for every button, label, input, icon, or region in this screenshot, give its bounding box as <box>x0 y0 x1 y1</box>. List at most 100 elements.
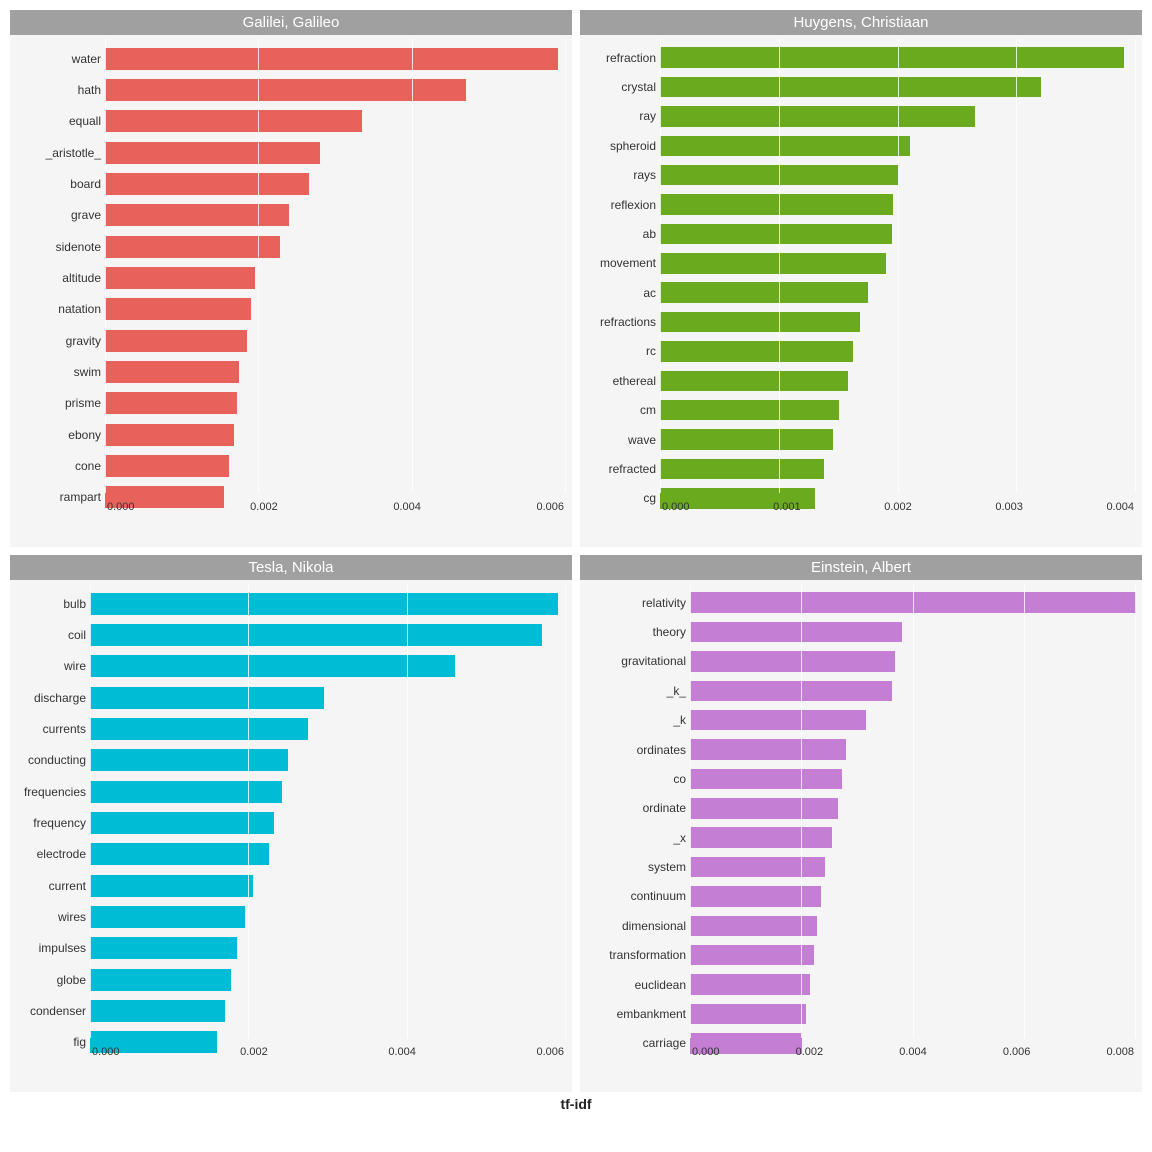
chart-panel-huygens: Huygens, Christiaanrefractioncrystalrays… <box>580 10 1142 547</box>
y-label: conducting <box>16 754 86 766</box>
y-label: cm <box>586 404 656 416</box>
grid-line <box>90 584 91 1038</box>
x-axis-ticks-tesla: 0.0000.0020.0040.006 <box>90 1046 566 1058</box>
x-tick: 0.008 <box>1106 1046 1134 1058</box>
y-label: _x <box>586 832 686 844</box>
chart-panel-galileo: Galilei, Galileo water hath equall _aristotl… <box>10 10 572 547</box>
x-tick: 0.004 <box>388 1046 416 1058</box>
chart-title-einstein: Einstein, Albert <box>580 555 1142 580</box>
grid-line <box>1135 584 1136 1038</box>
x-tick: 0.002 <box>250 501 278 513</box>
y-label: crystal <box>586 81 656 93</box>
y-label: embankment <box>586 1008 686 1020</box>
y-label: hath <box>16 84 101 96</box>
y-label: carriage <box>586 1037 686 1049</box>
x-tick: 0.006 <box>536 501 564 513</box>
x-tick: 0.006 <box>536 1046 564 1058</box>
y-label: current <box>16 880 86 892</box>
y-label: currents <box>16 723 86 735</box>
y-label: sidenote <box>16 241 101 253</box>
x-tick: 0.003 <box>995 501 1023 513</box>
y-label: condenser <box>16 1005 86 1017</box>
grid-line <box>660 39 661 493</box>
y-labels-tesla: bulbcoilwiredischargecurrentsconductingf… <box>10 584 90 1062</box>
x-tick: 0.001 <box>773 501 801 513</box>
y-label: wire <box>16 660 86 672</box>
chart-title-huygens: Huygens, Christiaan <box>580 10 1142 35</box>
y-label: ebony <box>16 429 101 441</box>
y-labels-galileo: water hath equall _aristotle_board grave side… <box>10 39 105 517</box>
grid-line <box>779 39 780 493</box>
charts-grid: Galilei, Galileo water hath equall _aristotl… <box>10 10 1142 1092</box>
y-label: bulb <box>16 598 86 610</box>
y-label: ray <box>586 110 656 122</box>
grid-line <box>801 584 802 1038</box>
y-label: grave <box>16 209 101 221</box>
grid-line <box>407 584 408 1038</box>
y-label: movement <box>586 257 656 269</box>
y-label: fig <box>16 1036 86 1048</box>
y-label: coil <box>16 629 86 641</box>
y-label: cone <box>16 460 101 472</box>
y-label: electrode <box>16 848 86 860</box>
y-label: rays <box>586 169 656 181</box>
chart-body-einstein: relativitytheorygravitational_k__kordina… <box>580 580 1142 1092</box>
y-label: spheroid <box>586 140 656 152</box>
grid-lines <box>690 584 1136 1038</box>
y-label: _k <box>586 714 686 726</box>
y-label: ab <box>586 228 656 240</box>
y-label: equall <box>16 115 101 127</box>
y-labels-einstein: relativitytheorygravitational_k__kordina… <box>580 584 690 1062</box>
y-label: altitude <box>16 272 101 284</box>
x-tick: 0.002 <box>796 1046 824 1058</box>
y-label: impulses <box>16 942 86 954</box>
x-tick: 0.004 <box>899 1046 927 1058</box>
y-label: board <box>16 178 101 190</box>
y-label: rampart <box>16 491 101 503</box>
y-label: gravity <box>16 335 101 347</box>
grid-lines <box>90 584 566 1038</box>
grid-line <box>1024 584 1025 1038</box>
y-label: relativity <box>586 597 686 609</box>
x-tick: 0.004 <box>1106 501 1134 513</box>
grid-line <box>258 39 259 493</box>
y-label: frequencies <box>16 786 86 798</box>
y-label: ordinates <box>586 744 686 756</box>
y-label: system <box>586 861 686 873</box>
y-label: rc <box>586 345 656 357</box>
x-tick: 0.000 <box>692 1046 720 1058</box>
chart-panel-tesla: Tesla, Nikolabulbcoilwiredischargecurren… <box>10 555 572 1092</box>
y-label: ac <box>586 287 656 299</box>
y-label: gravitational <box>586 655 686 667</box>
outer-container: Galilei, Galileo water hath equall _aristotl… <box>0 0 1152 1152</box>
y-label: swim <box>16 366 101 378</box>
chart-title-galileo: Galilei, Galileo <box>10 10 572 35</box>
y-label: dimensional <box>586 920 686 932</box>
grid-line <box>412 39 413 493</box>
y-label: continuum <box>586 890 686 902</box>
y-label: theory <box>586 626 686 638</box>
y-label: _aristotle_ <box>16 147 101 159</box>
y-label: natation <box>16 303 101 315</box>
x-tick: 0.006 <box>1003 1046 1031 1058</box>
y-labels-huygens: refraction crystal ray spheroid rays reflexio… <box>580 39 660 517</box>
y-label: refraction <box>586 52 656 64</box>
x-tick: 0.004 <box>393 501 421 513</box>
grid-line <box>248 584 249 1038</box>
grid-line <box>913 584 914 1038</box>
x-axis-label: tf-idf <box>10 1096 1142 1112</box>
chart-body-galileo: water hath equall _aristotle_board grave side… <box>10 35 572 547</box>
chart-title-tesla: Tesla, Nikola <box>10 555 572 580</box>
y-label: co <box>586 773 686 785</box>
y-label: ordinate <box>586 802 686 814</box>
y-label: water <box>16 53 101 65</box>
x-axis-ticks-huygens: 0.0000.0010.0020.0030.004 <box>660 501 1136 513</box>
grid-lines <box>105 39 566 493</box>
bars-area-einstein: 0.000 0.002 0.004 0.006 0.008 <box>690 584 1136 1062</box>
bars-area-huygens: 0.0000.0010.0020.0030.004 <box>660 39 1136 517</box>
x-tick: 0.000 <box>92 1046 120 1058</box>
y-label: refractions <box>586 316 656 328</box>
x-axis-ticks-einstein: 0.000 0.002 0.004 0.006 0.008 <box>690 1046 1136 1058</box>
y-label: reflexion <box>586 199 656 211</box>
y-label: prisme <box>16 397 101 409</box>
